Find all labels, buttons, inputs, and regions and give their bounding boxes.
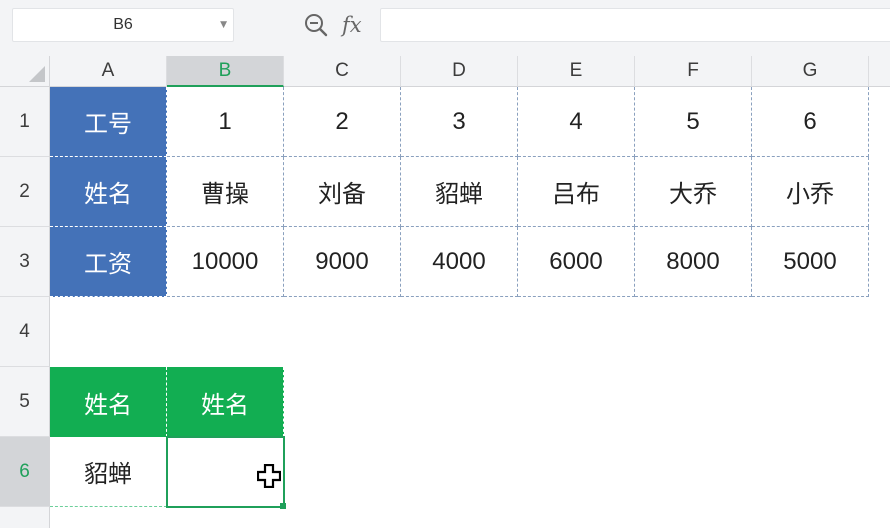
cell-c2[interactable]: 刘备 — [284, 157, 401, 227]
cell-b2[interactable]: 曹操 — [167, 157, 284, 227]
row-header-3[interactable]: 3 — [0, 227, 50, 297]
column-header-h[interactable] — [869, 56, 890, 87]
cell-d1[interactable]: 3 — [401, 87, 518, 157]
row-header-6[interactable]: 6 — [0, 437, 50, 507]
cell-g2[interactable]: 小乔 — [752, 157, 869, 227]
cell-f3[interactable]: 8000 — [635, 227, 752, 297]
row-header-1[interactable]: 1 — [0, 87, 50, 157]
cell-b1[interactable]: 1 — [167, 87, 284, 157]
cross-cursor-icon — [257, 464, 281, 488]
row-header-4[interactable]: 4 — [0, 297, 50, 367]
name-box-dropdown-icon[interactable]: ▼ — [220, 9, 227, 41]
cell-f2[interactable]: 大乔 — [635, 157, 752, 227]
zoom-out-icon[interactable] — [303, 12, 329, 38]
cell-c1[interactable]: 2 — [284, 87, 401, 157]
name-box-value: B6 — [113, 16, 133, 33]
column-header-b[interactable]: B — [167, 56, 284, 87]
cell-g1[interactable]: 6 — [752, 87, 869, 157]
row-header-5[interactable]: 5 — [0, 367, 50, 437]
fx-icon[interactable]: fx — [342, 10, 362, 40]
row-header-2[interactable]: 2 — [0, 157, 50, 227]
cell-e1[interactable]: 4 — [518, 87, 635, 157]
column-header-g[interactable]: G — [752, 56, 869, 87]
cell-b5[interactable]: 姓名 — [167, 367, 284, 437]
cell-a3[interactable]: 工资 — [50, 227, 167, 297]
formula-input[interactable] — [380, 8, 890, 42]
formula-bar: B6 ▼ fx — [0, 0, 890, 56]
name-box[interactable]: B6 ▼ — [12, 8, 234, 42]
column-header-f[interactable]: F — [635, 56, 752, 87]
cell-b3[interactable]: 10000 — [167, 227, 284, 297]
cell-g3[interactable]: 5000 — [752, 227, 869, 297]
cell-a5[interactable]: 姓名 — [50, 367, 167, 437]
row-header-7[interactable] — [0, 507, 50, 528]
cell-e3[interactable]: 6000 — [518, 227, 635, 297]
cell-f1[interactable]: 5 — [635, 87, 752, 157]
cell-d3[interactable]: 4000 — [401, 227, 518, 297]
cell-d2[interactable]: 貂蝉 — [401, 157, 518, 227]
spreadsheet-grid: A B C D E F G 1 2 3 4 5 6 工号 1 2 3 4 5 6… — [0, 56, 890, 528]
cell-a1[interactable]: 工号 — [50, 87, 167, 157]
select-all-triangle-icon — [29, 66, 45, 82]
column-header-e[interactable]: E — [518, 56, 635, 87]
select-all-corner[interactable] — [0, 56, 50, 87]
cell-a2[interactable]: 姓名 — [50, 157, 167, 227]
column-header-c[interactable]: C — [284, 56, 401, 87]
cell-e2[interactable]: 吕布 — [518, 157, 635, 227]
column-header-a[interactable]: A — [50, 56, 167, 87]
cell-a6[interactable]: 貂蝉 — [50, 437, 167, 507]
column-header-d[interactable]: D — [401, 56, 518, 87]
fill-handle[interactable] — [280, 503, 286, 509]
cell-c3[interactable]: 9000 — [284, 227, 401, 297]
